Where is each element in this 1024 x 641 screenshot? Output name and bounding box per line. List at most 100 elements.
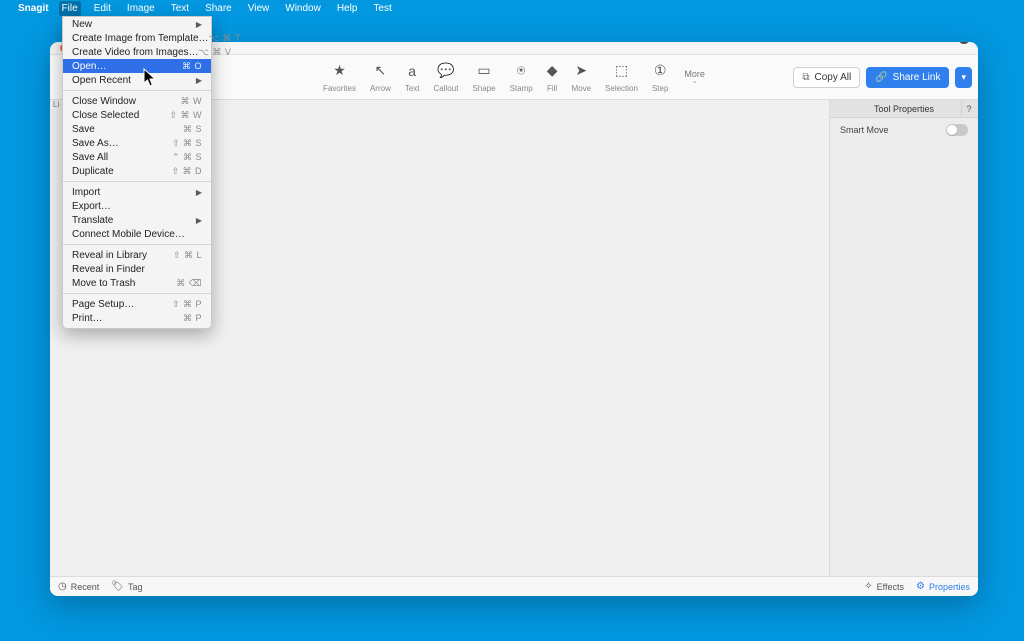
effects-tab[interactable]: ✧ Effects xyxy=(864,581,904,592)
menu-item-translate[interactable]: Translate▶ xyxy=(63,213,211,227)
menu-item-label: Open Recent xyxy=(72,75,131,86)
menu-item-label: Reveal in Finder xyxy=(72,264,145,275)
tool-label: Fill xyxy=(547,84,557,93)
menubar-item-help[interactable]: Help xyxy=(334,1,361,16)
menu-item-label: Translate xyxy=(72,215,113,226)
menu-item-print[interactable]: Print… ⌘ P xyxy=(63,311,211,325)
toolbar-right: ⧉ Copy All 🔗 Share Link ▾ xyxy=(793,67,978,88)
selection-icon: ⬚ xyxy=(615,62,628,80)
menu-item-label: Save xyxy=(72,124,95,135)
menubar-item-view[interactable]: View xyxy=(245,1,273,16)
tool-text[interactable]: aText xyxy=(405,62,420,93)
menu-item-move-to-trash[interactable]: Move to Trash ⌘ ⌫ xyxy=(63,276,211,290)
menu-item-shortcut: ⌥ ⌘ T xyxy=(209,33,241,44)
menu-item-label: New xyxy=(72,19,92,30)
menu-item-label: Close Window xyxy=(72,96,136,107)
menu-item-open[interactable]: Open…⌘ O xyxy=(63,59,211,73)
help-icon[interactable]: ? xyxy=(961,101,976,116)
properties-tab[interactable]: ⚙ Properties xyxy=(916,581,970,592)
tool-move[interactable]: ➤ Move xyxy=(571,62,591,93)
recent-tab[interactable]: ◷ Recent xyxy=(58,581,99,592)
menu-item-label: Move to Trash xyxy=(72,278,135,289)
menu-item-shortcut: ⌘ P xyxy=(183,313,202,324)
menu-item-label: Export… xyxy=(72,201,111,212)
copy-all-label: Copy All xyxy=(815,72,852,83)
mac-menubar: Snagit File Edit Image Text Share View Window H… xyxy=(0,0,1024,17)
file-menu-dropdown: New ▶ Create Image from Template…⌥ ⌘ TCrea… xyxy=(62,16,212,329)
chevron-right-icon: ▶ xyxy=(196,76,202,85)
menu-item-create-image-from-template[interactable]: Create Image from Template…⌥ ⌘ T xyxy=(63,31,211,45)
menubar-item-edit[interactable]: Edit xyxy=(91,1,114,16)
menu-item-shortcut: ⇧ ⌘ D xyxy=(171,166,202,177)
menu-item-label: Save As… xyxy=(72,138,119,149)
menu-item-create-video-from-images[interactable]: Create Video from Images…⌥ ⌘ V xyxy=(63,45,211,59)
tool-stamp[interactable]: ⍟Stamp xyxy=(510,62,533,93)
menu-item-close-window[interactable]: Close Window⌘ W xyxy=(63,94,211,108)
menu-item-duplicate[interactable]: Duplicate ⇧ ⌘ D xyxy=(63,164,211,178)
toolbar-tools: ★Favorites ↖ Arrow aText 💬Callout ▭Shape ⍟Stam… xyxy=(323,62,705,93)
menu-item-label: Duplicate xyxy=(72,166,114,177)
menubar-item-window[interactable]: Window xyxy=(282,1,324,16)
menu-item-reveal-in-library[interactable]: Reveal in Library⇧ ⌘ L xyxy=(63,248,211,262)
menu-item-shortcut: ⌘ ⌫ xyxy=(176,278,202,289)
effects-label: Effects xyxy=(877,582,904,592)
tool-callout[interactable]: 💬Callout xyxy=(434,62,459,93)
link-icon: 🔗 xyxy=(875,72,887,83)
share-link-menu-button[interactable]: ▾ xyxy=(955,67,972,88)
menubar-item-text[interactable]: Text xyxy=(168,1,192,16)
more-tools-button[interactable]: More xyxy=(682,69,705,85)
recent-label: Recent xyxy=(71,582,100,592)
menu-item-shortcut: ⇧ ⌘ L xyxy=(173,250,202,261)
menubar-item-share[interactable]: Share xyxy=(202,1,235,16)
tag-tab[interactable]: 🏷 Tag xyxy=(111,581,142,592)
smart-move-row: Smart Move xyxy=(830,118,978,142)
tool-selection[interactable]: ⬚Selection xyxy=(605,62,638,93)
menu-item-save-all[interactable]: Save All⌃ ⌘ S xyxy=(63,150,211,164)
smart-move-toggle[interactable] xyxy=(946,124,968,136)
tool-label: Arrow xyxy=(370,84,391,93)
menu-item-page-setup[interactable]: Page Setup…⇧ ⌘ P xyxy=(63,297,211,311)
menu-item-label: Create Image from Template… xyxy=(72,33,209,44)
arrow-icon: ↖ xyxy=(375,62,387,80)
step-icon: ① xyxy=(654,62,667,80)
shape-icon: ▭ xyxy=(477,62,490,80)
menu-item-reveal-in-finder[interactable]: Reveal in Finder xyxy=(63,262,211,276)
menubar-item-test[interactable]: Test xyxy=(370,1,394,16)
tool-properties-title: Tool Properties xyxy=(874,104,934,114)
callout-icon: 💬 xyxy=(437,62,454,80)
menu-item-open-recent[interactable]: Open Recent ▶ xyxy=(63,73,211,87)
chevron-right-icon: ▶ xyxy=(196,188,202,197)
tool-shape[interactable]: ▭Shape xyxy=(472,62,495,93)
magic-wand-icon: ✧ xyxy=(864,581,872,592)
copy-all-button[interactable]: ⧉ Copy All xyxy=(793,67,860,88)
tool-favorites[interactable]: ★Favorites xyxy=(323,62,356,93)
tool-properties-header: Tool Properties ? xyxy=(830,100,978,118)
share-link-button[interactable]: 🔗 Share Link xyxy=(866,67,949,88)
properties-label: Properties xyxy=(929,582,970,592)
tool-step[interactable]: ①Step xyxy=(652,62,668,93)
menu-item-label: Page Setup… xyxy=(72,299,134,310)
menu-item-shortcut: ⌘ O xyxy=(182,61,202,72)
menu-item-connect-mobile-device[interactable]: Connect Mobile Device… xyxy=(63,227,211,241)
app-name[interactable]: Snagit xyxy=(18,3,49,14)
menu-item-save-as[interactable]: Save As…⇧ ⌘ S xyxy=(63,136,211,150)
chevron-right-icon: ▶ xyxy=(196,20,202,29)
menu-item-export[interactable]: Export… xyxy=(63,199,211,213)
tool-arrow[interactable]: ↖ Arrow xyxy=(370,62,391,93)
menubar-item-file[interactable]: File xyxy=(59,1,81,16)
tool-fill[interactable]: ◆Fill xyxy=(547,62,558,93)
share-link-label: Share Link xyxy=(893,72,941,83)
move-icon: ➤ xyxy=(575,62,587,80)
menubar-item-image[interactable]: Image xyxy=(124,1,158,16)
text-icon: a xyxy=(408,62,416,80)
menu-item-save[interactable]: Save ⌘ S xyxy=(63,122,211,136)
menu-item-shortcut: ⌘ S xyxy=(183,124,202,135)
menu-item-label: Save All xyxy=(72,152,108,163)
menu-item-new[interactable]: New ▶ xyxy=(63,17,211,31)
gear-icon: ⚙ xyxy=(916,581,925,592)
menu-item-import[interactable]: Import▶ xyxy=(63,185,211,199)
menu-item-close-selected[interactable]: Close Selected⇧ ⌘ W xyxy=(63,108,211,122)
tool-label: Move xyxy=(571,84,591,93)
menu-item-shortcut: ⌥ ⌘ V xyxy=(199,47,232,58)
menu-item-label: Print… xyxy=(72,313,103,324)
